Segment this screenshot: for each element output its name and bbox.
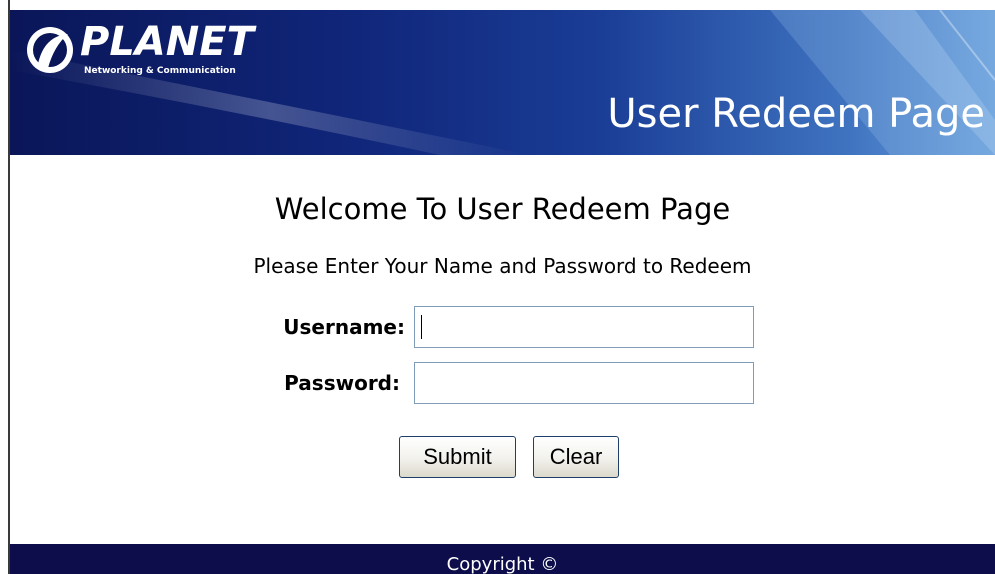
username-input[interactable]	[414, 306, 754, 348]
copyright-text: Copyright ©	[446, 554, 559, 574]
logo-text: PLANET	[80, 19, 254, 65]
password-input[interactable]	[414, 362, 754, 404]
password-label: Password:	[284, 371, 400, 395]
username-label: Username:	[283, 315, 405, 339]
redeem-page: PLANET Networking & Communication User R…	[0, 0, 995, 574]
footer-bar: Copyright ©	[10, 544, 995, 574]
page-title: User Redeem Page	[607, 91, 985, 137]
instructions-text: Please Enter Your Name and Password to R…	[253, 254, 752, 278]
planet-logo-icon	[27, 27, 73, 73]
submit-button[interactable]: Submit	[399, 436, 516, 478]
text-caret	[421, 315, 422, 339]
clear-button[interactable]: Clear	[533, 436, 619, 478]
welcome-heading: Welcome To User Redeem Page	[274, 192, 731, 226]
logo-subtitle: Networking & Communication	[84, 66, 236, 76]
header-banner: PLANET Networking & Communication User R…	[10, 10, 995, 155]
